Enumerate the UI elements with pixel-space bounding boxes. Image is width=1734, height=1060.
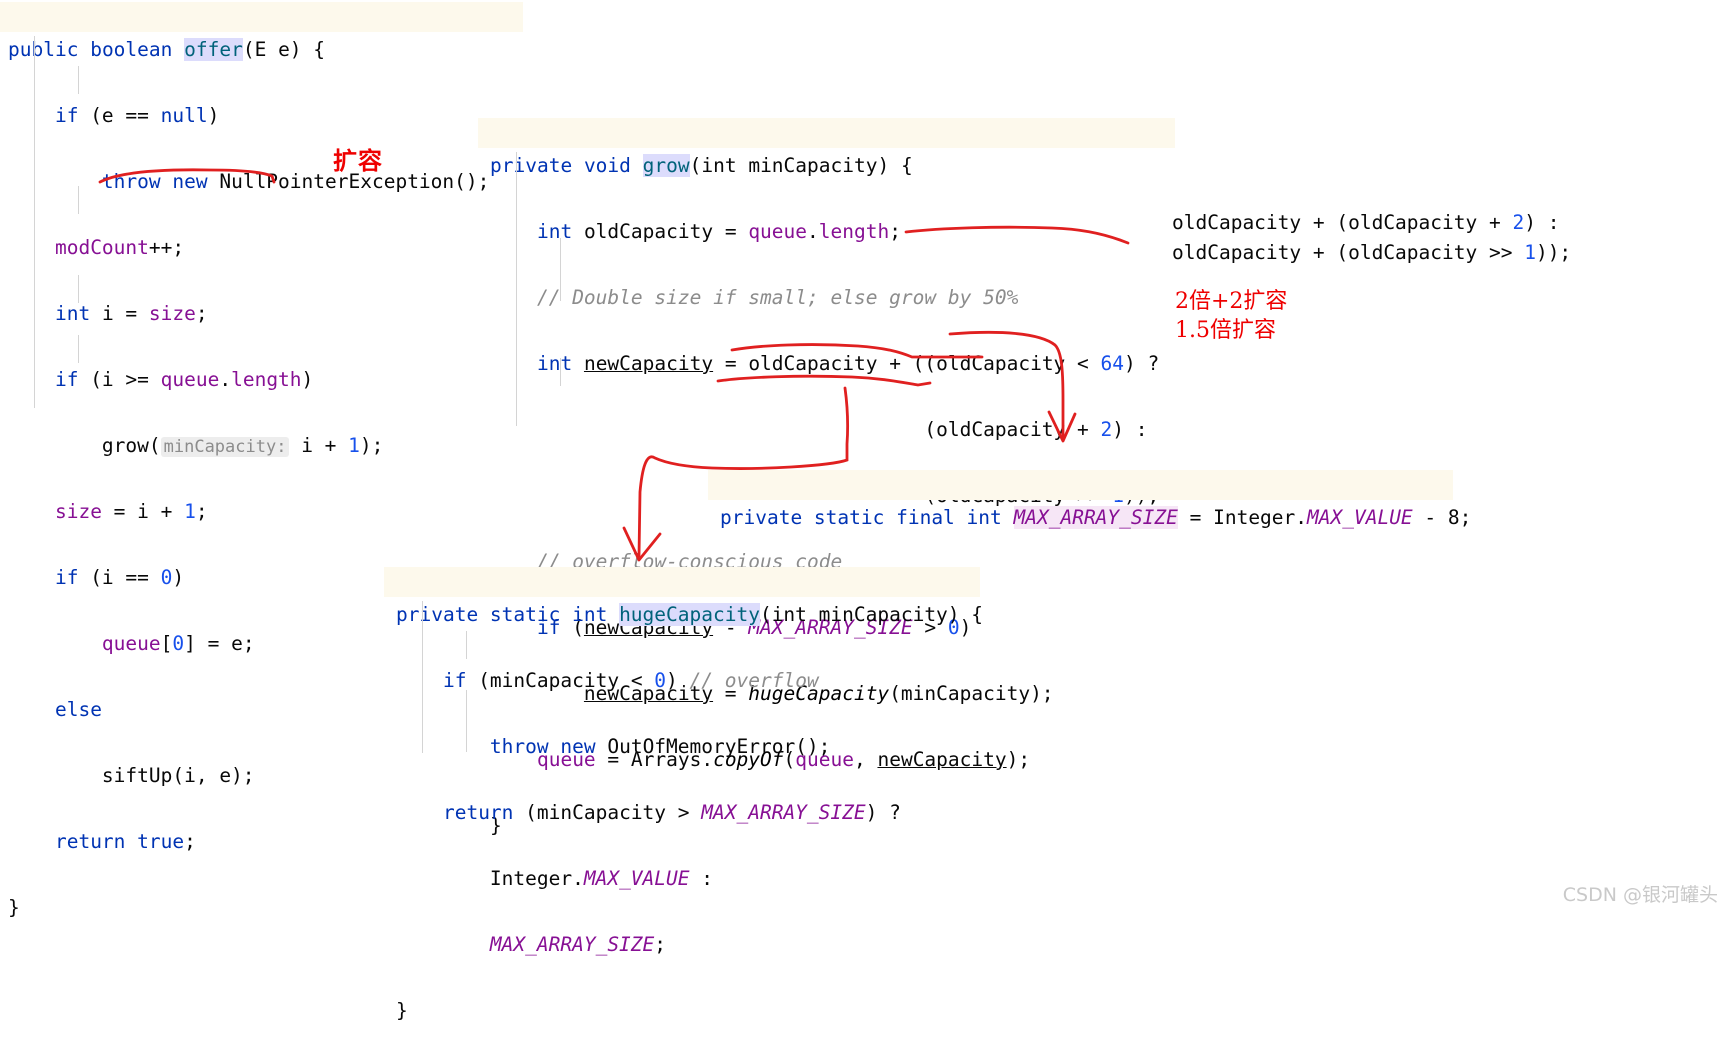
keyword-else: else [54,698,102,721]
hugecapacity-method-code[interactable]: private static int hugeCapacity(int minC… [396,565,983,1060]
number-0d: 0 [654,669,667,692]
keyword-int: int [54,302,91,325]
field-length: length [231,368,302,391]
hugecapacity-line-2: throw new OutOfMemoryError(); [489,735,831,758]
field-modcount: modCount [54,236,149,259]
keyword-return: return [54,830,126,853]
number-2b: 2 [1512,211,1525,234]
offer-line-4: int i = size; [54,302,208,325]
var-newcapacity: newCapacity [583,352,714,375]
field-max-value-2: MAX_VALUE [583,867,690,890]
max-array-size-declaration[interactable]: private static final int MAX_ARRAY_SIZE … [720,468,1471,567]
method-name-hugecapacity: hugeCapacity [619,603,760,626]
keyword-throw-2: throw [489,735,549,758]
keyword-int-old: int [536,220,573,243]
keyword-new: new [172,170,208,193]
number-1: 1 [348,434,360,457]
keyword-return-2: return [442,801,514,824]
number-2: 2 [1100,418,1113,441]
method-name-grow: grow [642,154,690,177]
offer-line-3: modCount++; [54,236,185,259]
hugecapacity-indent-guide-1 [422,601,423,753]
keyword-if-5: if [442,669,467,692]
number-0: 0 [160,566,173,589]
keyword-public: public [8,38,79,61]
const-max-array-size-decl: MAX_ARRAY_SIZE [1013,506,1178,529]
field-queue-2: queue [748,220,808,243]
const-max-array-size-2: MAX_ARRAY_SIZE [701,801,866,824]
offer-indent-guide-4 [78,275,79,303]
field-queue-length: queue [160,368,220,391]
grow-indent-guide-1 [516,152,517,426]
offer-indent-guide-1 [34,36,35,408]
keyword-void: void [583,154,631,177]
keyword-private: private [490,154,573,177]
method-name-offer: offer [184,38,243,61]
annotation-one-point-five: 1.5倍扩容 [1175,318,1276,343]
keyword-null: null [160,104,208,127]
number-1b: 1 [184,500,196,523]
grow-indent-guide-2 [560,238,561,301]
field-queue: queue [101,632,161,655]
hugecapacity-line-4: Integer.MAX_VALUE : [396,867,713,890]
offer-signature-args: (E e) { [242,38,326,61]
grow-line-plus2: (oldCapacity + 2) : [490,418,1148,441]
grow-comment-double: // Double size if small; else grow by 50… [490,281,1159,314]
number-1d: 1 [1524,241,1536,264]
number-64: 64 [1100,352,1124,375]
field-max-value-1: MAX_VALUE [1307,506,1413,529]
offer-line-1: if (e == null) [54,104,220,127]
grow-line-newcapacity: int newCapacity = oldCapacity + ((oldCap… [536,352,1160,375]
offer-line-7: size = i + 1; [54,500,208,523]
expanded-expression-2: oldCapacity + (oldCapacity >> 1)); [1172,241,1572,264]
grow-signature-args: (int minCapacity) { [689,154,913,177]
hugecapacity-indent-guide-2 [466,631,467,659]
offer-line-6: grow(minCapacity: i + 1); [8,434,384,457]
keyword-boolean: boolean [90,38,173,61]
comment-double-size: // Double size if small; else grow by 50… [536,286,1019,309]
const-max-array-size-3: MAX_ARRAY_SIZE [489,933,655,956]
offer-signature-line: public boolean offer(E e) { [8,33,489,66]
hugecapacity-line-3: return (minCapacity > MAX_ARRAY_SIZE) ? [442,801,901,824]
keyword-true: true [137,830,185,853]
keyword-if: if [54,104,79,127]
max-array-size-line: private static final int MAX_ARRAY_SIZE … [720,501,1471,534]
max-array-size-modifiers: private static final int [720,506,1014,529]
keyword-if-2: if [54,368,79,391]
grow-indent-guide-3 [560,358,561,386]
field-size: size [148,302,196,325]
hugecapacity-line-1: if (minCapacity < 0) // overflow [442,669,819,692]
grow-signature-line: private void grow(int minCapacity) { [490,149,1159,182]
hugecapacity-indent-guide-3 [466,690,467,752]
hugecapacity-signature-args: (int minCapacity) { [759,603,984,626]
comment-overflow: // overflow [689,669,819,692]
hugecapacity-signature-line: private static int hugeCapacity(int minC… [396,598,983,631]
grow-line-1: int oldCapacity = queue.length; [536,220,901,243]
max-array-size-eq: = Integer. [1177,506,1308,529]
field-size-assign: size [54,500,102,523]
hugecapacity-modifiers: private static int [396,603,620,626]
keyword-if-3: if [54,566,79,589]
annotation-double-plus-two: 2倍+2扩容 [1175,289,1288,314]
number-0b: 0 [172,632,185,655]
offer-line-2: throw new NullPointerException(); [101,170,490,193]
param-hint-mincapacity: minCapacity: [160,437,290,457]
keyword-throw: throw [101,170,161,193]
keyword-new-2: new [560,735,596,758]
csdn-watermark: CSDN @银河罐头 [1562,884,1718,906]
offer-indent-guide-5 [78,335,79,363]
offer-indent-guide-3 [78,186,79,214]
expanded-expression-1: oldCapacity + (oldCapacity + 2) : [1172,211,1560,234]
keyword-int-new: int [536,352,573,375]
offer-indent-guide-2 [78,66,79,94]
hugecapacity-line-5: MAX_ARRAY_SIZE; [489,933,667,956]
max-array-size-tail: - 8; [1412,506,1472,529]
field-length-2: length [818,220,890,243]
annotation-grow-label: 扩容 [333,147,383,175]
offer-line-5: if (i >= queue.length) [54,368,314,391]
hugecapacity-line-6: } [396,999,408,1022]
